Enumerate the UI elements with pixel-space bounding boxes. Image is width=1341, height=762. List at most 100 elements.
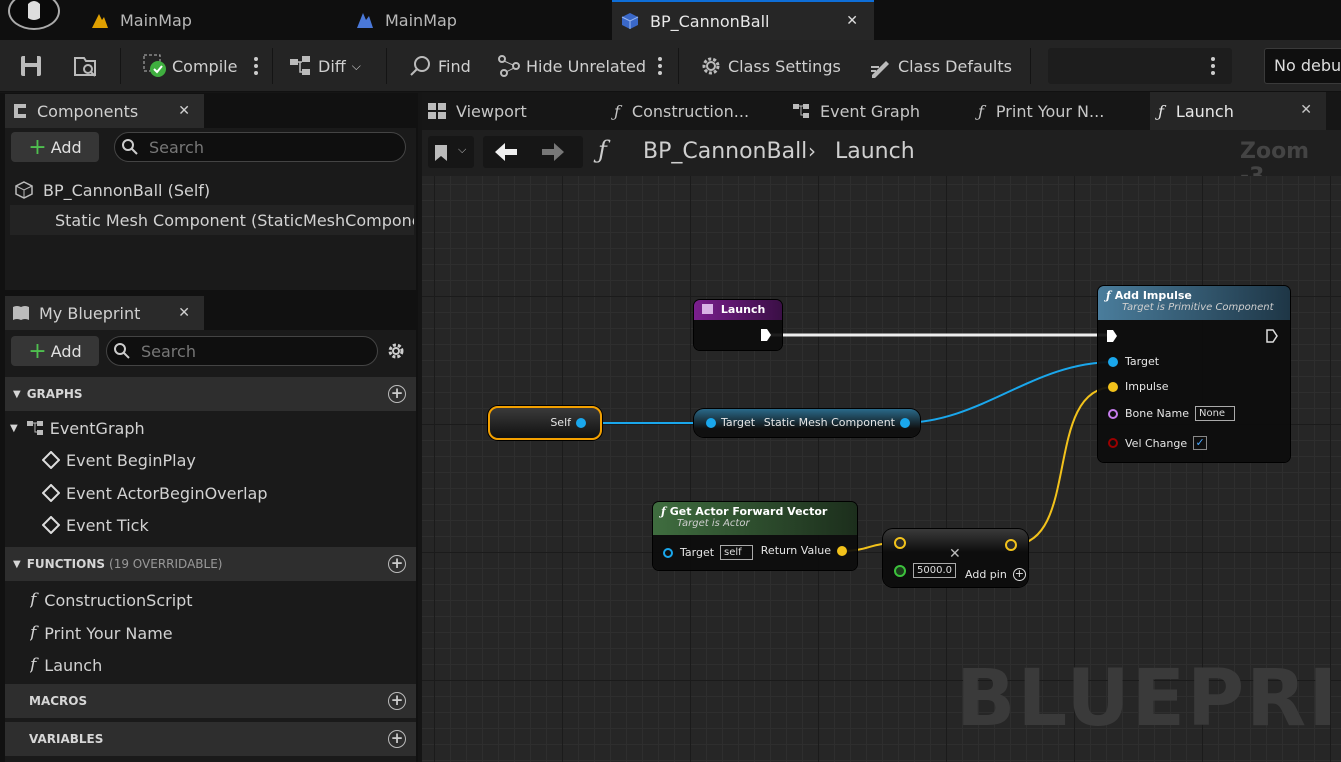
vector-output-pin[interactable] <box>1005 539 1017 551</box>
tab-print-your-name[interactable]: ƒ Print Your N... <box>978 92 1104 130</box>
tab-construction-script[interactable]: ƒ Construction... <box>614 92 749 130</box>
object-pin-icon <box>663 547 673 558</box>
multiply-node[interactable]: ✕ 5000.0 Add pin + <box>883 529 1028 587</box>
get-component-node[interactable]: Target Static Mesh Component <box>694 409 920 437</box>
browse-button[interactable] <box>72 40 102 92</box>
tree-item-launch[interactable]: ƒ Launch <box>30 652 410 678</box>
return-value-output-pin[interactable]: Return Value <box>761 544 847 557</box>
hide-unrelated-options-icon[interactable] <box>656 54 664 78</box>
back-arrow-icon[interactable] <box>493 141 519 163</box>
impulse-input-pin[interactable]: Impulse <box>1108 380 1168 393</box>
target-input-pin[interactable]: Target self <box>663 545 754 560</box>
tab-bp-cannonball[interactable]: BP_CannonBall ✕ <box>612 0 874 40</box>
close-panel-icon[interactable]: ✕ <box>178 305 190 321</box>
bone-name-field[interactable]: None <box>1194 406 1235 421</box>
tree-item-event-beginplay[interactable]: Event BeginPlay <box>42 447 412 473</box>
multiplier-field[interactable]: 5000.0 <box>913 563 956 578</box>
tree-item-event-actorbeginoverlap[interactable]: Event ActorBeginOverlap <box>42 480 412 506</box>
close-tab-icon[interactable]: ✕ <box>1300 102 1312 118</box>
bookmark-dropdown[interactable]: ⌵ <box>428 136 474 168</box>
find-button[interactable]: Find <box>408 40 471 92</box>
breadcrumb-root[interactable]: BP_CannonBall <box>643 139 807 164</box>
function-icon: ƒ <box>661 505 666 518</box>
add-member-button[interactable]: + Add <box>11 336 99 366</box>
diff-button[interactable]: Diff ⌵ <box>288 40 361 92</box>
target-input-pin[interactable]: Target <box>1108 355 1159 368</box>
vector-input-pin[interactable] <box>894 537 906 549</box>
node-header: ƒ Add Impulse Target is Primitive Compone… <box>1098 286 1290 320</box>
exec-in-pin[interactable] <box>1106 329 1118 343</box>
tab-event-graph[interactable]: Event Graph <box>792 92 920 130</box>
debug-object-dropdown[interactable]: No debug object selected <box>1264 48 1341 84</box>
tab-launch[interactable]: ƒ Launch ✕ <box>1150 92 1326 130</box>
add-component-button[interactable]: + Add <box>11 132 99 162</box>
close-tab-icon[interactable]: ✕ <box>846 13 858 29</box>
compile-button[interactable]: Compile <box>142 40 237 92</box>
float-input-pin[interactable] <box>894 565 906 577</box>
tab-mainmap-1[interactable]: MainMap <box>90 0 340 40</box>
search-icon <box>122 139 138 155</box>
unreal-logo-icon[interactable] <box>8 0 60 30</box>
target-input-pin[interactable]: Target <box>706 416 755 429</box>
event-icon <box>42 484 60 502</box>
self-output-pin[interactable]: Self <box>550 416 586 429</box>
my-blueprint-tab[interactable]: My Blueprint ✕ <box>5 296 204 330</box>
exec-out-pin[interactable] <box>760 328 772 342</box>
macros-section-header[interactable]: MACROS + <box>5 684 416 718</box>
component-item-self[interactable]: BP_CannonBall (Self) <box>14 177 414 203</box>
tab-mainmap-2[interactable]: MainMap <box>355 0 605 40</box>
add-variable-icon[interactable]: + <box>388 730 406 748</box>
bookmark-icon <box>435 145 447 161</box>
tab-viewport[interactable]: Viewport <box>428 92 527 130</box>
vector-pin-icon <box>837 545 847 556</box>
blueprint-toolbar: Compile Diff ⌵ Find Hide Unrelated Class… <box>0 40 1341 115</box>
target-self-field[interactable]: self <box>720 545 754 560</box>
collapse-arrow-icon: ▼ <box>10 422 18 434</box>
vel-change-input-pin[interactable]: Vel Change ✓ <box>1108 436 1208 450</box>
components-tab[interactable]: Components ✕ <box>5 94 204 128</box>
self-node[interactable]: Self <box>488 406 602 440</box>
class-settings-button[interactable]: Class Settings <box>698 40 841 92</box>
variables-section-header[interactable]: VARIABLES + <box>5 722 416 756</box>
my-blueprint-search-input[interactable]: Search <box>106 336 378 366</box>
get-actor-forward-vector-node[interactable]: ƒ Get Actor Forward Vector Target is Acto… <box>653 502 857 570</box>
vel-change-checkbox[interactable]: ✓ <box>1193 436 1208 450</box>
function-icon: ƒ <box>978 101 984 121</box>
add-pin-button[interactable]: Add pin + <box>965 568 1026 581</box>
add-graph-icon[interactable]: + <box>388 385 406 403</box>
tree-item-print-your-name[interactable]: ƒ Print Your Name <box>30 620 410 646</box>
save-button[interactable] <box>18 40 48 92</box>
forward-arrow-icon[interactable] <box>540 141 566 163</box>
compile-options-icon[interactable] <box>252 54 260 78</box>
play-options-icon[interactable] <box>1209 54 1217 78</box>
add-function-icon[interactable]: + <box>388 555 406 573</box>
bool-pin-icon <box>1108 438 1118 448</box>
gear-icon[interactable] <box>385 340 407 362</box>
tree-item-constructionscript[interactable]: ƒ ConstructionScript <box>30 587 410 613</box>
class-defaults-button[interactable]: Class Defaults <box>868 40 1012 92</box>
add-macro-icon[interactable]: + <box>388 692 406 710</box>
tree-item-event-tick[interactable]: Event Tick <box>42 512 412 538</box>
plus-icon: + <box>28 338 47 364</box>
functions-section-header[interactable]: ▼ FUNCTIONS (19 OVERRIDABLE) + <box>5 547 416 581</box>
graphs-section-header[interactable]: ▼ GRAPHS + <box>5 377 416 411</box>
launch-entry-node[interactable]: Launch <box>694 300 782 350</box>
add-impulse-node[interactable]: ƒ Add Impulse Target is Primitive Compone… <box>1098 286 1290 462</box>
event-icon <box>42 451 60 469</box>
graph-canvas[interactable]: BLUEPRINT Launch Self Target Static Mesh… <box>422 176 1341 762</box>
bone-name-input-pin[interactable]: Bone Name None <box>1108 406 1235 421</box>
hide-unrelated-button[interactable]: Hide Unrelated <box>496 40 646 92</box>
breadcrumb-current[interactable]: Launch <box>835 139 915 164</box>
toolbar-separator <box>272 48 273 84</box>
static-mesh-output-pin[interactable]: Static Mesh Component <box>764 416 910 429</box>
collapse-arrow-icon: ▼ <box>13 558 21 570</box>
components-search-input[interactable]: Search <box>114 132 406 162</box>
object-pin-icon <box>1108 356 1118 367</box>
component-item-static-mesh[interactable]: Static Mesh Component (StaticMeshCompone… <box>46 207 414 233</box>
vector-pin-icon <box>1108 381 1118 392</box>
close-panel-icon[interactable]: ✕ <box>178 103 190 119</box>
component-to-target-wire <box>900 361 1115 424</box>
exec-out-pin[interactable] <box>1266 329 1278 343</box>
name-pin-icon <box>1108 408 1118 419</box>
tree-item-event-graph[interactable]: ▼ EventGraph <box>10 415 410 441</box>
